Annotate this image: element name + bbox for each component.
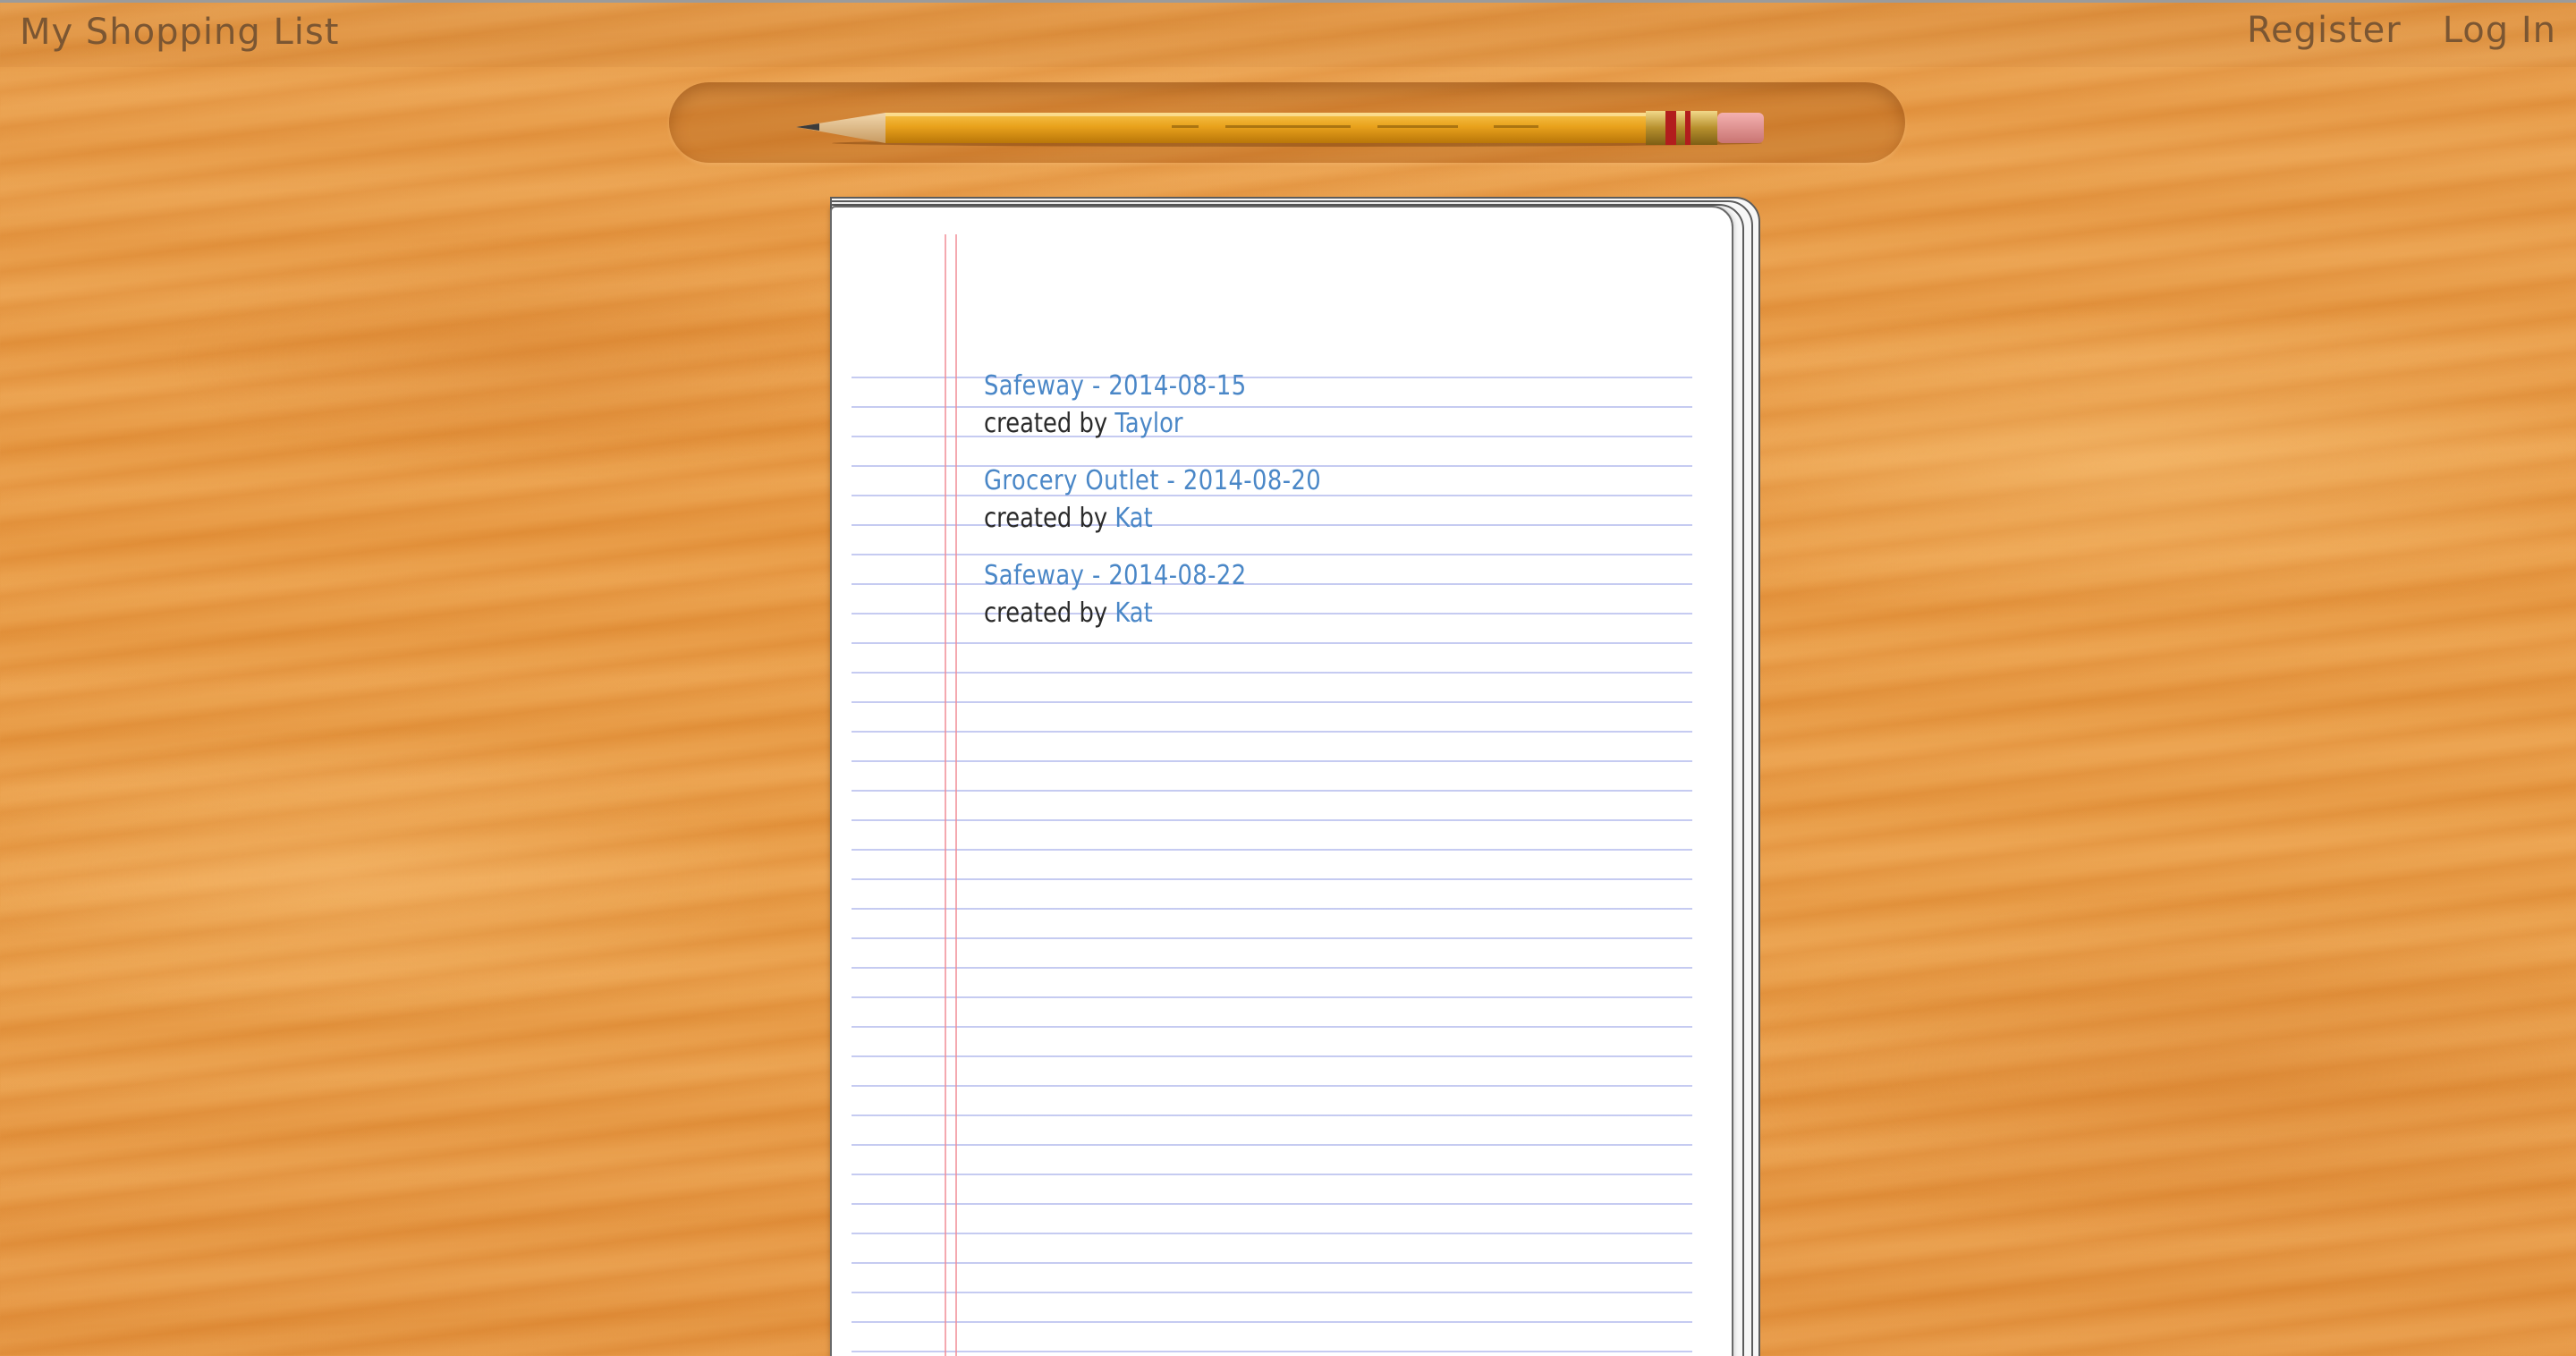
user-link[interactable]: Kat bbox=[1114, 597, 1152, 629]
list-item: Safeway - 2014-08-15 created by Taylor bbox=[984, 367, 1699, 462]
list-link[interactable]: Grocery Outlet - 2014-08-20 bbox=[984, 462, 1599, 501]
brand-link[interactable]: My Shopping List bbox=[20, 12, 339, 53]
list-link[interactable]: Safeway - 2014-08-15 bbox=[984, 367, 1599, 406]
list-link[interactable]: Safeway - 2014-08-22 bbox=[984, 556, 1599, 596]
nav-links: Register Log In bbox=[2247, 10, 2556, 51]
register-link[interactable]: Register bbox=[2247, 10, 2402, 51]
user-link[interactable]: Kat bbox=[1114, 503, 1152, 534]
list-item: Grocery Outlet - 2014-08-20 created by K… bbox=[984, 462, 1699, 556]
created-by-line: created by Kat bbox=[984, 501, 1599, 537]
notebook: Safeway - 2014-08-15 created by Taylor G… bbox=[830, 197, 1762, 1356]
pencil-icon bbox=[796, 111, 1764, 147]
user-link[interactable]: Taylor bbox=[1114, 408, 1182, 439]
list-item: Safeway - 2014-08-22 created by Kat bbox=[984, 556, 1699, 651]
created-by-line: created by Kat bbox=[984, 596, 1599, 631]
margin-line bbox=[945, 234, 957, 1356]
created-by-line: created by Taylor bbox=[984, 406, 1599, 442]
created-by-label: created by bbox=[984, 597, 1108, 629]
notebook-page: Safeway - 2014-08-15 created by Taylor G… bbox=[830, 206, 1733, 1356]
login-link[interactable]: Log In bbox=[2443, 10, 2556, 51]
shopping-lists: Safeway - 2014-08-15 created by Taylor G… bbox=[984, 367, 1699, 651]
navbar: My Shopping List Register Log In bbox=[0, 3, 2576, 67]
created-by-label: created by bbox=[984, 503, 1108, 534]
created-by-label: created by bbox=[984, 408, 1108, 439]
